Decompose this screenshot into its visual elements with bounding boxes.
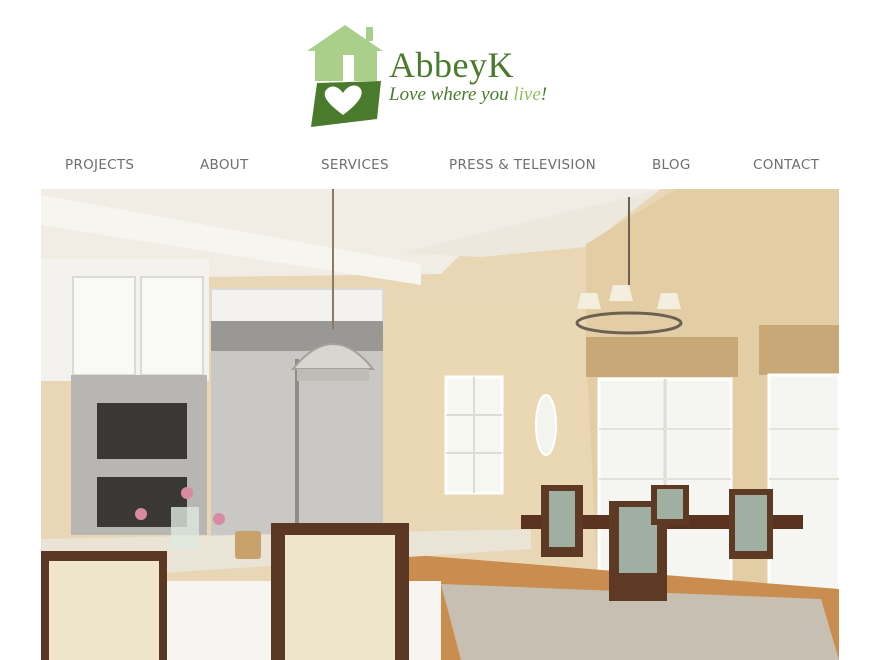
tagline-text: Love where you [389,84,514,105]
brand-name: AbbeyK [389,45,514,85]
house-heart-logo-icon [307,25,383,127]
kitchen-dining-room-photo [41,189,839,660]
nav-item-contact[interactable]: CONTACT [753,156,819,174]
tagline-end: ! [540,84,548,105]
brand-tagline: Love where you live! [389,85,547,104]
nav-item-press-television[interactable]: PRESS & TELEVISION [449,156,596,174]
main-navigation: PROJECTS ABOUT SERVICES PRESS & TELEVISI… [0,156,880,176]
hero-image [41,189,839,660]
nav-item-about[interactable]: ABOUT [200,156,249,174]
site-logo[interactable]: AbbeyK Love where you live! [307,23,577,129]
tagline-accent-word: live [513,84,541,105]
nav-item-projects[interactable]: PROJECTS [65,156,134,174]
nav-item-blog[interactable]: BLOG [652,156,691,174]
nav-item-services[interactable]: SERVICES [321,156,389,174]
